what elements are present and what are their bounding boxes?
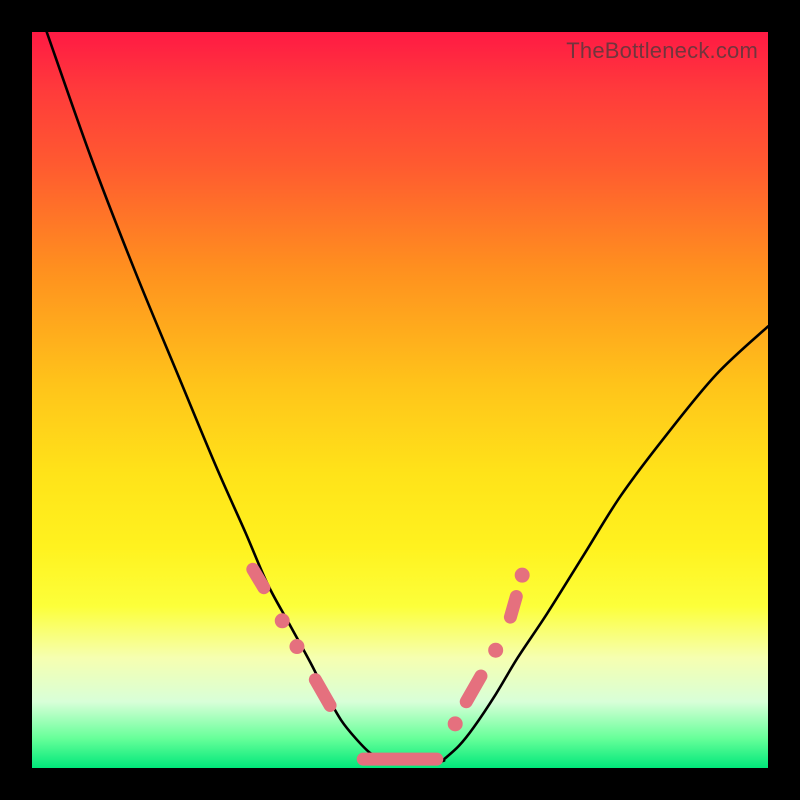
chart-svg <box>32 32 768 768</box>
highlight-dot <box>489 643 503 657</box>
highlight-dot <box>275 614 289 628</box>
highlight-segment <box>315 680 330 706</box>
highlight-dot <box>448 717 462 731</box>
highlight-dot <box>515 568 529 582</box>
plot-area: TheBottleneck.com <box>32 32 768 768</box>
highlight-markers <box>253 568 529 759</box>
highlight-dot <box>290 640 304 654</box>
right-curve <box>444 326 768 759</box>
highlight-segment <box>510 597 516 618</box>
chart-frame: TheBottleneck.com <box>0 0 800 800</box>
left-curve <box>47 32 386 761</box>
highlight-segment <box>466 676 481 702</box>
